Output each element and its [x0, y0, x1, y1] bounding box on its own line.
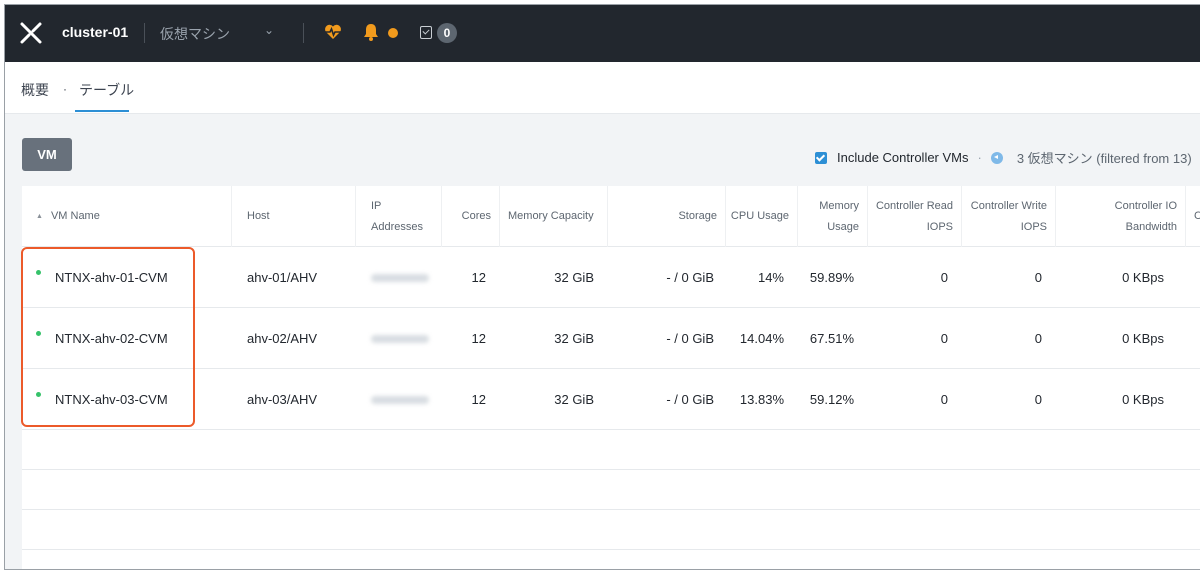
- table-row[interactable]: NTNX-ahv-01-CVM ahv-01/AHV 12 32 GiB - /…: [22, 247, 1200, 308]
- view-tabs: 概要 · テーブル: [5, 62, 1200, 114]
- memory-capacity-cell: 32 GiB: [554, 330, 594, 346]
- column-header-memory-capacity[interactable]: Memory Capacity: [500, 186, 608, 247]
- vm-table: ▲ VM Name Host IP Addresses Cores Memory …: [22, 186, 1200, 569]
- chevron-down-icon[interactable]: ⌄: [264, 23, 274, 37]
- controller-read-cell: 0: [940, 330, 948, 346]
- filter-bar: Include Controller VMs · 3 仮想マシン (filter…: [815, 148, 1192, 167]
- top-bar: cluster-01 仮想マシン ⌄ 0: [5, 5, 1200, 62]
- memory-usage-cell: 59.12%: [809, 391, 854, 407]
- storage-cell: - / 0 GiB: [666, 330, 714, 346]
- controller-write-cell: 0: [1034, 330, 1042, 346]
- controller-bandwidth-cell: 0 KBps: [1122, 330, 1164, 346]
- column-header-memory-usage[interactable]: Memory Usage: [798, 186, 868, 247]
- cpu-usage-cell: 14.04%: [739, 330, 784, 346]
- tab-separator: ·: [63, 82, 67, 96]
- ip-cell-redacted: [371, 308, 442, 369]
- memory-capacity-cell: 32 GiB: [554, 269, 594, 285]
- cores-cell: 12: [471, 269, 486, 285]
- table-header: ▲ VM Name Host IP Addresses Cores Memory …: [22, 186, 1200, 247]
- app-window: cluster-01 仮想マシン ⌄ 0 概要 · テーブル VM Includ…: [4, 4, 1200, 570]
- table-row[interactable]: NTNX-ahv-02-CVM ahv-02/AHV 12 32 GiB - /…: [22, 308, 1200, 369]
- column-header-host[interactable]: Host: [232, 186, 356, 247]
- divider: [303, 23, 304, 43]
- empty-row: [22, 510, 1200, 550]
- column-header-storage[interactable]: Storage: [608, 186, 726, 247]
- controller-read-cell: 0: [940, 391, 948, 407]
- tab-overview[interactable]: 概要: [21, 80, 49, 100]
- column-header-controller-io-bandwidth[interactable]: Controller IO Bandwidth: [1056, 186, 1186, 247]
- host-cell[interactable]: ahv-03/AHV: [247, 369, 356, 430]
- divider: [144, 23, 145, 43]
- memory-usage-cell: 59.89%: [809, 269, 854, 285]
- column-header-cpu-usage[interactable]: CPU Usage: [726, 186, 798, 247]
- storage-cell: - / 0 GiB: [666, 269, 714, 285]
- controller-bandwidth-cell: 0 KBps: [1122, 269, 1164, 285]
- vm-button[interactable]: VM: [22, 138, 72, 171]
- sort-ascending-icon[interactable]: ▲: [36, 206, 43, 227]
- section-selector[interactable]: 仮想マシン: [160, 24, 230, 44]
- controller-bandwidth-cell: 0 KBps: [1122, 391, 1164, 407]
- include-cvm-label[interactable]: Include Controller VMs: [837, 150, 969, 165]
- health-heart-icon[interactable]: [323, 22, 343, 42]
- cvm-highlight-box: [21, 247, 195, 427]
- cpu-usage-cell: 14%: [757, 269, 784, 285]
- alert-status-dot: [388, 28, 398, 38]
- vm-count-text: 3 仮想マシン (filtered from 13): [1016, 151, 1192, 166]
- alert-bell-icon[interactable]: [362, 22, 380, 42]
- column-header-ip[interactable]: IP Addresses: [356, 186, 442, 247]
- host-cell[interactable]: ahv-02/AHV: [247, 308, 356, 369]
- column-header-controller-read-iops[interactable]: Controller Read IOPS: [868, 186, 962, 247]
- cpu-usage-cell: 13.83%: [739, 391, 784, 407]
- cores-cell: 12: [471, 391, 486, 407]
- task-count-badge[interactable]: 0: [437, 23, 457, 43]
- nutanix-logo-icon[interactable]: [19, 21, 43, 45]
- controller-write-cell: 0: [1034, 269, 1042, 285]
- column-header-truncated[interactable]: C: [1186, 186, 1200, 247]
- table-row[interactable]: NTNX-ahv-03-CVM ahv-03/AHV 12 32 GiB - /…: [22, 369, 1200, 430]
- prev-arrow-icon[interactable]: [990, 151, 1003, 164]
- empty-row: [22, 470, 1200, 510]
- empty-row: [22, 430, 1200, 470]
- controller-write-cell: 0: [1034, 391, 1042, 407]
- memory-usage-cell: 67.51%: [809, 330, 854, 346]
- task-checkbox-icon[interactable]: [420, 26, 432, 39]
- column-header-cores[interactable]: Cores: [442, 186, 500, 247]
- storage-cell: - / 0 GiB: [666, 391, 714, 407]
- active-tab-indicator: [75, 110, 129, 112]
- controller-read-cell: 0: [940, 269, 948, 285]
- host-cell[interactable]: ahv-01/AHV: [247, 247, 356, 308]
- memory-capacity-cell: 32 GiB: [554, 391, 594, 407]
- cores-cell: 12: [471, 330, 486, 346]
- column-header-controller-write-iops[interactable]: Controller Write IOPS: [962, 186, 1056, 247]
- ip-cell-redacted: [371, 247, 442, 308]
- column-header-vm-name[interactable]: ▲ VM Name: [22, 186, 232, 247]
- include-cvm-checkbox[interactable]: [815, 151, 827, 164]
- ip-cell-redacted: [371, 369, 442, 430]
- separator-dot: ·: [977, 150, 982, 165]
- cluster-name[interactable]: cluster-01: [62, 24, 128, 40]
- tab-table[interactable]: テーブル: [79, 80, 134, 100]
